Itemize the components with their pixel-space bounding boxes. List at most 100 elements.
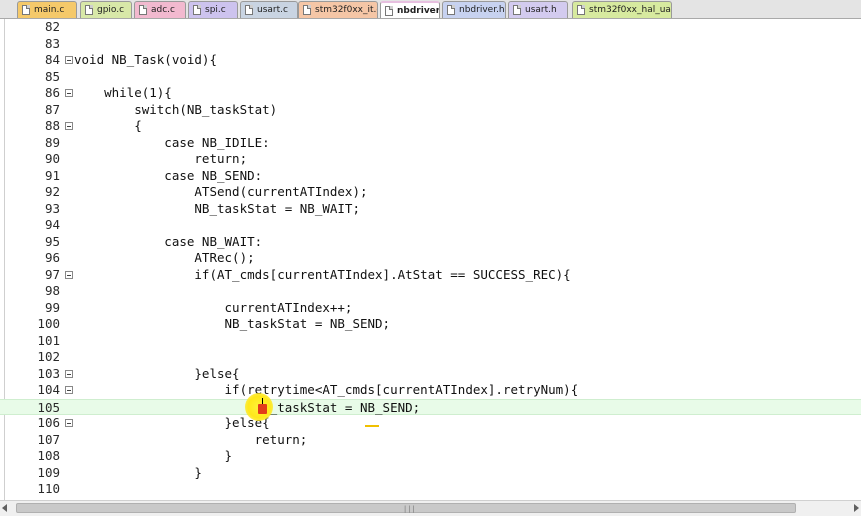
line-number: 82 [44, 19, 60, 34]
file-icon [577, 5, 585, 15]
code-text[interactable]: void NB_Task(void){ [74, 52, 217, 68]
code-text[interactable]: return; [74, 151, 247, 167]
tab-label: adc.c [151, 5, 175, 15]
fold-toggle-icon[interactable] [65, 369, 73, 378]
code-line[interactable]: 85 [0, 69, 861, 86]
line-number: 90 [44, 151, 60, 166]
tab-spi-c[interactable]: spi.c [188, 1, 238, 18]
code-line[interactable]: 108 } [0, 448, 861, 465]
fold-toggle-icon[interactable] [65, 270, 73, 279]
line-number: 85 [44, 68, 60, 84]
file-icon [303, 5, 311, 15]
code-line[interactable]: 105 NB_taskStat = NB_SEND; [0, 398, 861, 415]
tab-label: nbdriver.c [397, 6, 439, 16]
line-number: 89 [44, 134, 60, 150]
code-line[interactable]: 83 [0, 36, 861, 53]
tab-nbdriver-h[interactable]: nbdriver.h [442, 1, 506, 18]
code-line[interactable]: 101 [0, 333, 861, 350]
line-number: 96 [44, 250, 60, 265]
fold-toggle-icon[interactable] [65, 56, 73, 64]
code-line[interactable]: 84 void NB_Task(void){ [0, 52, 861, 69]
code-text[interactable]: NB_taskStat = NB_WAIT; [74, 201, 360, 217]
code-text[interactable]: case NB_WAIT: [74, 234, 262, 250]
code-line[interactable]: 86 while(1){ [0, 85, 861, 102]
code-text[interactable]: while(1){ [74, 85, 172, 101]
tab-label: nbdriver.h [459, 5, 505, 15]
fold-toggle-icon[interactable] [65, 122, 73, 130]
line-number: 93 [44, 200, 60, 216]
code-line[interactable]: 104 if(retrytime<AT_cmds[currentATIndex]… [0, 382, 861, 399]
tab-main-c[interactable]: main.c [17, 1, 77, 18]
annotation-underline [365, 425, 379, 427]
code-text[interactable]: NB_taskStat = NB_SEND; [74, 316, 391, 332]
line-number: 92 [44, 184, 60, 199]
fold-toggle-icon[interactable] [65, 419, 73, 427]
code-line[interactable]: 107 return; [0, 432, 861, 449]
code-line[interactable]: 109 } [0, 465, 861, 482]
code-line[interactable]: 99 currentATIndex++; [0, 300, 861, 317]
code-line[interactable]: 89 case NB_IDILE: [0, 135, 861, 152]
code-line[interactable]: 82 [0, 19, 861, 36]
code-line[interactable]: 103 }else{ [0, 366, 861, 383]
code-line[interactable]: 91 case NB_SEND: [0, 168, 861, 185]
code-text[interactable]: }else{ [74, 366, 239, 382]
code-text[interactable]: case NB_IDILE: [74, 135, 269, 151]
scroll-right-icon[interactable] [854, 504, 859, 512]
fold-toggle-icon[interactable] [65, 386, 73, 394]
line-number: 98 [44, 283, 60, 298]
tab-stm32f0xx-it-c[interactable]: stm32f0xx_it.c [298, 1, 378, 18]
code-text[interactable]: { [74, 118, 142, 134]
tab-stm32f0xx-hal-uart-c[interactable]: stm32f0xx_hal_uart.c [572, 1, 672, 18]
tab-label: stm32f0xx_hal_uart.c [589, 5, 671, 15]
code-text[interactable]: return; [74, 432, 308, 448]
code-line[interactable]: 110 [0, 481, 861, 498]
code-line[interactable]: 92 ATSend(currentATIndex); [0, 184, 861, 201]
code-line[interactable]: 87 switch(NB_taskStat) [0, 102, 861, 119]
code-line[interactable]: 93 NB_taskStat = NB_WAIT; [0, 201, 861, 218]
code-text[interactable]: ATSend(currentATIndex); [74, 184, 367, 200]
file-icon [447, 5, 455, 15]
code-line[interactable]: 90 return; [0, 151, 861, 168]
code-text[interactable]: if(retrytime<AT_cmds[currentATIndex].ret… [74, 382, 579, 398]
line-number: 84 [44, 52, 60, 67]
code-text[interactable]: ATRec(); [74, 250, 254, 266]
tab-usart-h[interactable]: usart.h [508, 1, 568, 18]
code-line[interactable]: 98 [0, 283, 861, 300]
code-text[interactable]: }else{ [74, 415, 270, 431]
code-line[interactable]: 97 if(AT_cmds[currentATIndex].AtStat == … [0, 267, 861, 284]
code-text[interactable]: if(AT_cmds[currentATIndex].AtStat == SUC… [74, 267, 570, 283]
line-number: 106 [37, 415, 60, 430]
scroll-left-icon[interactable] [2, 504, 7, 512]
fold-toggle-icon[interactable] [65, 89, 73, 97]
line-number: 83 [44, 35, 60, 51]
code-line[interactable]: 96 ATRec(); [0, 250, 861, 267]
code-text[interactable]: } [74, 448, 233, 464]
line-number: 100 [37, 316, 60, 331]
tab-adc-c[interactable]: adc.c [134, 1, 186, 18]
code-line[interactable]: 95 case NB_WAIT: [0, 234, 861, 251]
tab-usart-c[interactable]: usart.c [240, 1, 298, 18]
file-icon [193, 5, 201, 15]
code-text[interactable]: currentATIndex++; [74, 300, 353, 316]
tab-gpio-c[interactable]: gpio.c [80, 1, 132, 18]
code-text[interactable]: switch(NB_taskStat) [74, 102, 277, 118]
tab-nbdriver-c[interactable]: nbdriver.c [380, 1, 440, 18]
line-number: 104 [37, 382, 60, 397]
tab-label: usart.c [257, 5, 288, 15]
code-line[interactable]: 88 { [0, 118, 861, 135]
file-tab-bar: main.c gpio.c adc.c spi.c usart.c stm32f0xx_i… [0, 0, 861, 19]
tab-label: stm32f0xx_it.c [315, 5, 378, 15]
code-text[interactable]: case NB_SEND: [74, 168, 262, 184]
code-line[interactable]: 102 [0, 349, 861, 366]
line-number: 97 [44, 266, 60, 282]
tab-label: main.c [34, 5, 65, 15]
scrollbar-thumb[interactable]: ||| [16, 503, 796, 513]
code-line[interactable]: 106 }else{ [0, 415, 861, 432]
code-line[interactable]: 94 [0, 217, 861, 234]
line-number: 103 [37, 365, 60, 381]
horizontal-scrollbar[interactable]: ||| [0, 500, 861, 516]
file-icon [85, 5, 93, 15]
code-text[interactable]: } [74, 465, 202, 481]
code-editor[interactable]: 82 83 84 void NB_Task(void){85 86 while(1){8… [0, 19, 861, 500]
code-line[interactable]: 100 NB_taskStat = NB_SEND; [0, 316, 861, 333]
